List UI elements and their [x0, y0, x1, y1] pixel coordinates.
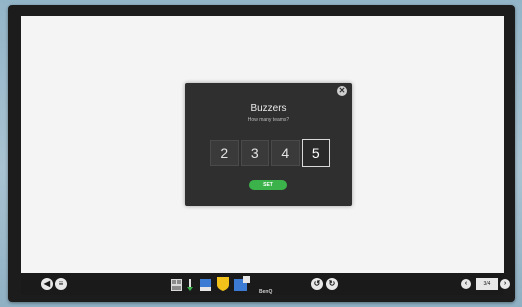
close-icon[interactable]: ✕: [337, 86, 347, 96]
team-option-5[interactable]: 5: [301, 139, 330, 167]
dialog-subtitle: How many teams?: [247, 117, 290, 123]
buzzers-dialog: ✕ Buzzers How many teams? 2 3 4 5 SET: [185, 83, 352, 206]
set-button[interactable]: SET: [249, 180, 287, 190]
team-option-3[interactable]: 3: [240, 140, 269, 166]
menu-icon[interactable]: ≡: [55, 278, 67, 290]
team-option-2[interactable]: 2: [210, 140, 239, 166]
grid-icon[interactable]: [171, 278, 182, 291]
speaker-icon[interactable]: ◀: [41, 278, 53, 290]
pen-icon[interactable]: [186, 278, 197, 291]
team-option-4[interactable]: 4: [271, 140, 300, 166]
shield-icon[interactable]: [216, 276, 229, 291]
screen-icon[interactable]: [234, 276, 250, 291]
team-count-options: 2 3 4 5: [210, 139, 330, 167]
prev-page-icon[interactable]: ‹: [461, 279, 471, 289]
next-page-icon[interactable]: ›: [500, 279, 510, 289]
eraser-icon[interactable]: [200, 278, 211, 291]
dialog-title: Buzzers: [250, 103, 287, 114]
redo-icon[interactable]: ↻: [326, 278, 338, 290]
brand-logo: BenQ: [259, 289, 273, 295]
bottom-toolbar: ◀ ≡ ↺ ↻ BenQ ‹ 3/4 ›: [21, 273, 510, 295]
undo-icon[interactable]: ↺: [311, 278, 323, 290]
page-indicator: 3/4: [476, 278, 498, 290]
